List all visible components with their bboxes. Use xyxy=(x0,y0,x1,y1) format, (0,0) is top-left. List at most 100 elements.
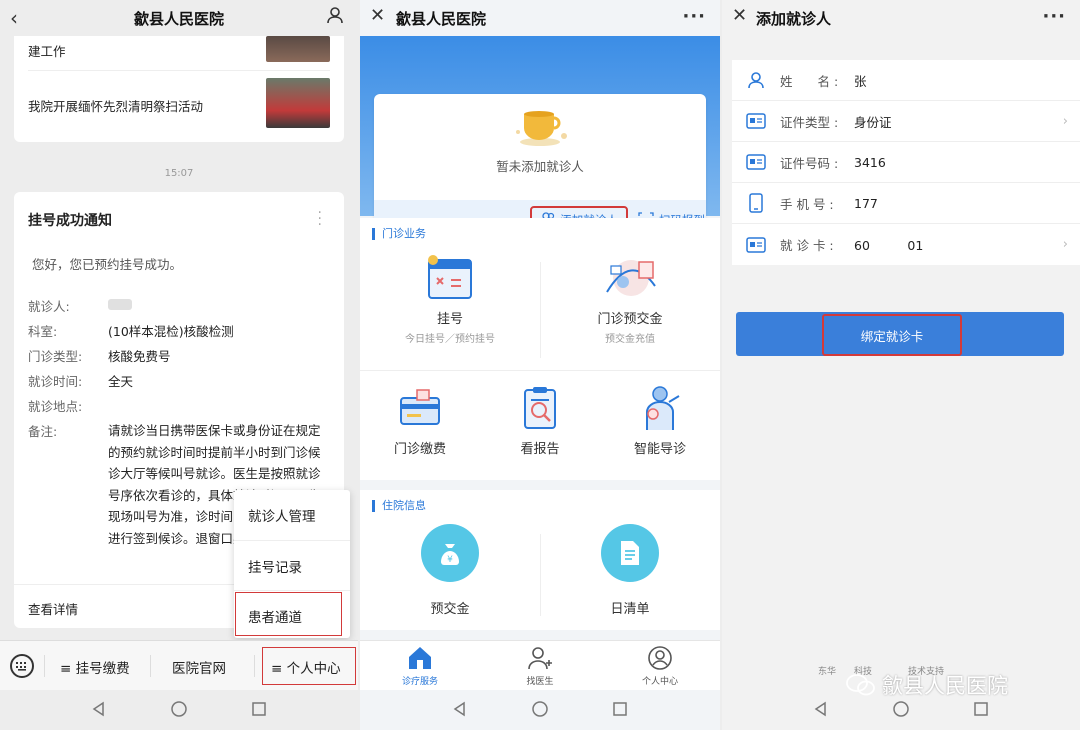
news-card: 建工作 我院开展缅怀先烈清明祭扫活动 xyxy=(14,36,344,142)
section-header: 住院信息 xyxy=(372,500,426,512)
news-item-title[interactable]: 我院开展缅怀先烈清明祭扫活动 xyxy=(28,96,203,115)
watermark-text: 歙县人民医院 xyxy=(882,674,1008,698)
divider xyxy=(540,534,541,616)
doctor-guide-icon xyxy=(610,384,710,438)
back-icon[interactable]: ‹ xyxy=(10,6,18,30)
tab-treatment-services[interactable]: 诊疗服务 xyxy=(390,645,450,687)
news-thumbnail[interactable] xyxy=(266,78,330,128)
chevron-right-icon: › xyxy=(1062,237,1068,252)
tile-sublabel: 预交金充值 xyxy=(605,334,655,345)
tile-label: 日清单 xyxy=(610,602,650,617)
name-field[interactable]: 姓 名 : 张 xyxy=(732,60,1080,101)
user-icon xyxy=(746,70,766,90)
system-nav-bar xyxy=(0,688,358,730)
field-value: 身份证 xyxy=(854,114,892,130)
field-label: 姓 名 : xyxy=(780,73,839,89)
divider xyxy=(28,70,330,71)
tile-sublabel: 今日挂号／预约挂号 xyxy=(405,334,495,345)
field-label: 证件号码 : xyxy=(780,155,839,171)
currency-glyph: ¥ xyxy=(447,555,453,565)
home-nav-icon[interactable] xyxy=(531,700,549,718)
more-icon[interactable]: ··· xyxy=(682,6,706,27)
tile-view-report[interactable]: 看报告 xyxy=(490,384,590,457)
chat-title: 歙县人民医院 xyxy=(133,9,224,28)
chat-navbar: ‹ 歙县人民医院 xyxy=(0,0,358,36)
add-user-icon xyxy=(527,647,553,674)
report-icon xyxy=(490,384,590,438)
notice-greeting: 您好，您已预约挂号成功。 xyxy=(32,257,183,272)
profile-icon[interactable] xyxy=(326,6,344,29)
tile-label: 挂号 xyxy=(436,312,463,327)
field-label: 门诊类型: xyxy=(28,349,83,364)
home-nav-icon[interactable] xyxy=(892,700,910,718)
tab-find-doctor[interactable]: 找医生 xyxy=(510,645,570,687)
back-nav-icon[interactable] xyxy=(452,701,468,717)
more-icon[interactable]: ··· xyxy=(1042,6,1066,27)
menu-item-register-records[interactable]: 挂号记录 xyxy=(234,540,350,590)
money-bag-icon: ¥ xyxy=(421,524,479,582)
hospital-home-panel: ✕ 歙县人民医院 ··· 暂未添加就诊人 添加就诊人 扫码报到 门诊业务 xyxy=(360,0,720,730)
menu-register-pay[interactable]: ≡ 挂号缴费 xyxy=(60,657,130,677)
system-nav-bar xyxy=(360,688,720,730)
personal-center-menu: 就诊人管理 挂号记录 患者通道 xyxy=(234,490,350,638)
tile-label: 看报告 xyxy=(520,442,560,457)
home-icon xyxy=(407,647,433,674)
divider xyxy=(540,262,541,358)
close-icon[interactable]: ✕ xyxy=(370,5,385,26)
tile-register[interactable]: 挂号 今日挂号／预约挂号 xyxy=(380,252,520,345)
outpatient-section: 门诊业务 挂号 今日挂号／预约挂号 门诊预交金 预交金充值 门诊缴费 看报告 智… xyxy=(360,218,720,480)
menu-item-patient-manage[interactable]: 就诊人管理 xyxy=(234,490,350,540)
home-nav-icon[interactable] xyxy=(170,700,188,718)
tab-personal-center[interactable]: 个人中心 xyxy=(630,645,690,687)
field-value: 核酸免费号 xyxy=(108,349,171,364)
menu-hospital-site[interactable]: 医院官网 xyxy=(172,657,226,677)
tile-label: 智能导诊 xyxy=(633,442,686,457)
divider xyxy=(44,655,45,677)
news-item-title[interactable]: 建工作 xyxy=(28,41,66,60)
field-label: 科室: xyxy=(28,324,58,339)
back-nav-icon[interactable] xyxy=(813,701,829,717)
view-details-link[interactable]: 查看详情 xyxy=(28,599,78,618)
close-icon[interactable]: ✕ xyxy=(732,5,747,26)
medical-card-field[interactable]: 就 诊 卡 : 60 01 › xyxy=(732,224,1080,265)
chevron-right-icon: › xyxy=(1062,113,1068,129)
keyboard-icon[interactable] xyxy=(10,654,34,678)
bind-card-button[interactable]: 绑定就诊卡 xyxy=(736,312,1064,356)
tab-label: 找医生 xyxy=(526,677,554,687)
wechat-logo-icon xyxy=(846,674,876,696)
field-value: 60 01 xyxy=(854,238,924,253)
divider xyxy=(360,370,720,371)
id-card-icon xyxy=(746,111,766,131)
empty-patient-text: 暂未添加就诊人 xyxy=(496,159,584,174)
field-value: 全天 xyxy=(108,374,134,389)
payment-card-icon xyxy=(370,384,470,438)
field-value xyxy=(108,296,132,311)
divider xyxy=(254,655,255,677)
section-header: 门诊业务 xyxy=(372,228,426,240)
tile-smart-guide[interactable]: 智能导诊 xyxy=(610,384,710,457)
phone-field[interactable]: 手 机 号 : 177 xyxy=(732,183,1080,224)
recent-nav-icon[interactable] xyxy=(251,701,267,717)
recent-nav-icon[interactable] xyxy=(612,701,628,717)
more-icon[interactable]: ··· xyxy=(318,206,322,232)
user-circle-icon xyxy=(647,646,673,674)
id-number-field[interactable]: 证件号码 : 3416 xyxy=(732,142,1080,183)
tile-outpatient-payment[interactable]: 门诊缴费 xyxy=(370,384,470,457)
news-thumbnail[interactable] xyxy=(266,36,330,62)
back-nav-icon[interactable] xyxy=(91,701,107,717)
tile-inpatient-prepayment[interactable]: ¥ 预交金 xyxy=(390,524,510,617)
tile-daily-list[interactable]: 日清单 xyxy=(570,524,690,617)
tab-label: 个人中心 xyxy=(641,677,678,687)
bind-card-label: 绑定就诊卡 xyxy=(822,314,962,356)
document-icon xyxy=(601,524,659,582)
id-card-icon xyxy=(746,152,766,172)
tile-label: 预交金 xyxy=(430,602,470,617)
add-patient-navbar: ✕ 添加就诊人 ··· xyxy=(722,0,1080,36)
home-navbar: ✕ 歙县人民医院 ··· xyxy=(360,0,720,36)
tile-prepayment[interactable]: 门诊预交金 预交金充值 xyxy=(560,252,700,345)
field-value: 177 xyxy=(854,195,878,211)
divider xyxy=(150,655,151,677)
calendar-icon xyxy=(380,252,520,308)
recent-nav-icon[interactable] xyxy=(973,701,989,717)
id-type-field[interactable]: 证件类型 : 身份证 › xyxy=(732,101,1080,142)
